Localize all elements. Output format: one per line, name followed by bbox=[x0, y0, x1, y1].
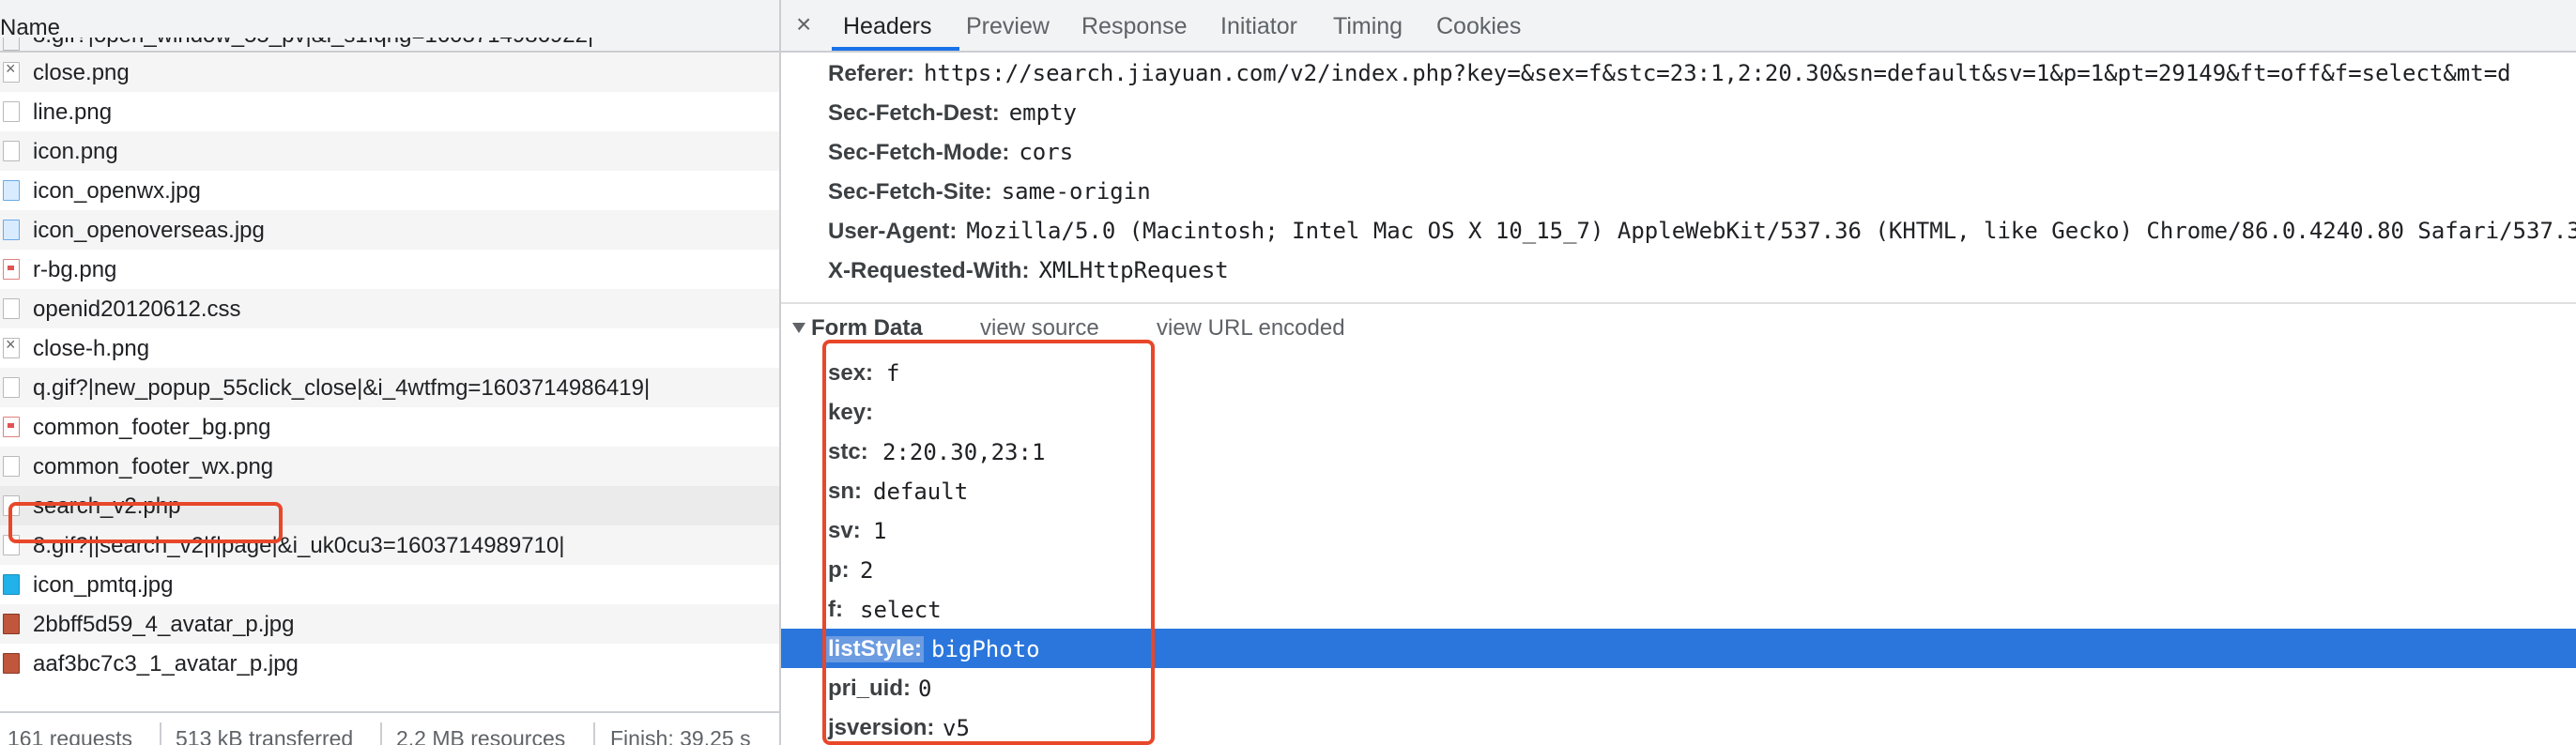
status-divider bbox=[380, 722, 382, 745]
finish-time: Finish: 39.25 s bbox=[610, 726, 751, 745]
file-icon bbox=[3, 141, 20, 161]
file-icon bbox=[3, 456, 20, 477]
network-status-bar: 161 requests 513 kB transferred 2.2 MB r… bbox=[0, 711, 779, 745]
image-icon bbox=[3, 180, 20, 201]
header-key: User-Agent: bbox=[828, 219, 958, 244]
active-tab-indicator bbox=[832, 47, 959, 51]
image-icon bbox=[3, 259, 20, 280]
photo-icon bbox=[3, 653, 20, 674]
request-details-panel: × Headers Preview Response Initiator Tim… bbox=[781, 0, 2576, 745]
request-rows: close.png line.png icon.png icon_openwx.jpg… bbox=[0, 53, 779, 683]
header-row: X-Requested-With: XMLHttpRequest bbox=[828, 257, 1229, 284]
request-name: 2bbff5d59_4_avatar_p.jpg bbox=[33, 612, 295, 637]
image-x-icon bbox=[3, 59, 20, 83]
table-row[interactable]: icon_openwx.jpg bbox=[0, 171, 779, 210]
header-value: Mozilla/5.0 (Macintosh; Intel Mac OS X 1… bbox=[966, 218, 2576, 244]
request-name: q.gif?|new_popup_55click_close|&i_4wtfmg… bbox=[33, 375, 651, 401]
close-icon[interactable]: × bbox=[796, 9, 811, 39]
table-row[interactable]: q.gif?|new_popup_55click_close|&i_4wtfmg… bbox=[0, 368, 779, 407]
request-name: line.png bbox=[33, 99, 113, 125]
view-url-encoded-link[interactable]: view URL encoded bbox=[1157, 315, 1345, 342]
request-name: aaf3bc7c3_1_avatar_p.jpg bbox=[33, 651, 299, 677]
requests-count: 161 requests bbox=[8, 726, 132, 745]
tab-initiator[interactable]: Initiator bbox=[1220, 13, 1297, 40]
request-name: close.png bbox=[33, 60, 130, 85]
table-row[interactable]: line.png bbox=[0, 92, 779, 131]
request-name: icon_openoverseas.jpg bbox=[33, 218, 265, 243]
file-icon bbox=[3, 377, 20, 398]
tab-cookies[interactable]: Cookies bbox=[1436, 13, 1521, 40]
details-tab-bar: × Headers Preview Response Initiator Tim… bbox=[781, 0, 2576, 53]
request-name: common_footer_bg.png bbox=[33, 415, 271, 440]
section-divider bbox=[781, 302, 2576, 304]
header-value: cors bbox=[1019, 139, 1074, 165]
table-row[interactable]: close.png bbox=[0, 53, 779, 92]
request-name: 8.gif?|open_window_55_pv|&i_s1fqhg=16037… bbox=[33, 38, 593, 49]
form-data-title: Form Data bbox=[811, 315, 923, 341]
status-divider bbox=[593, 722, 595, 745]
request-name: close-h.png bbox=[33, 336, 150, 361]
header-row: Sec-Fetch-Site: same-origin bbox=[828, 178, 1151, 205]
request-name: r-bg.png bbox=[33, 257, 117, 282]
header-row: Sec-Fetch-Dest: empty bbox=[828, 99, 1077, 127]
request-name: common_footer_wx.png bbox=[33, 454, 274, 479]
header-value: XMLHttpRequest bbox=[1038, 257, 1229, 283]
header-value: same-origin bbox=[1001, 178, 1151, 205]
view-source-link[interactable]: view source bbox=[980, 315, 1099, 342]
header-key: Sec-Fetch-Site: bbox=[828, 179, 992, 205]
tab-response[interactable]: Response bbox=[1081, 13, 1188, 40]
table-row[interactable]: r-bg.png bbox=[0, 250, 779, 289]
transferred-size: 513 kB transferred bbox=[176, 726, 354, 745]
file-icon bbox=[3, 101, 20, 122]
header-key: X-Requested-With: bbox=[828, 258, 1030, 283]
table-row[interactable]: common_footer_bg.png bbox=[0, 407, 779, 447]
annotation-highlight-box bbox=[822, 340, 1155, 745]
table-row-partial[interactable]: 8.gif?|open_window_55_pv|&i_s1fqhg=16037… bbox=[0, 38, 779, 53]
request-name: openid20120612.css bbox=[33, 296, 241, 322]
header-row: Referer: https://search.jiayuan.com/v2/in… bbox=[828, 60, 2511, 87]
tab-preview[interactable]: Preview bbox=[966, 13, 1050, 40]
request-name: icon_pmtq.jpg bbox=[33, 572, 174, 598]
table-row[interactable]: aaf3bc7c3_1_avatar_p.jpg bbox=[0, 644, 779, 683]
header-value: https://search.jiayuan.com/v2/index.php?… bbox=[924, 60, 2511, 86]
image-icon bbox=[3, 574, 20, 595]
header-key: Referer: bbox=[828, 61, 915, 86]
image-x-icon bbox=[3, 335, 20, 358]
annotation-highlight-box bbox=[8, 502, 283, 543]
header-row: Sec-Fetch-Mode: cors bbox=[828, 139, 1073, 166]
file-icon bbox=[3, 38, 20, 51]
status-divider bbox=[160, 722, 161, 745]
photo-icon bbox=[3, 614, 20, 634]
image-icon bbox=[3, 417, 20, 437]
image-icon bbox=[3, 220, 20, 240]
table-row[interactable]: openid20120612.css bbox=[0, 289, 779, 328]
network-request-list: Name close.pngline.pngicon.pngicon_openw… bbox=[0, 0, 781, 745]
header-key: Sec-Fetch-Mode: bbox=[828, 140, 1010, 165]
tab-headers[interactable]: Headers bbox=[843, 13, 932, 40]
tab-timing[interactable]: Timing bbox=[1333, 13, 1403, 40]
file-icon bbox=[3, 298, 20, 319]
expand-triangle-icon[interactable] bbox=[792, 323, 805, 333]
request-name: icon_openwx.jpg bbox=[33, 178, 201, 204]
table-row[interactable]: close-h.png bbox=[0, 328, 779, 368]
table-row[interactable]: icon.png bbox=[0, 131, 779, 171]
header-row: User-Agent: Mozilla/5.0 (Macintosh; Intel… bbox=[828, 218, 2576, 245]
table-row[interactable]: icon_openoverseas.jpg bbox=[0, 210, 779, 250]
table-row[interactable]: icon_pmtq.jpg bbox=[0, 565, 779, 604]
table-row[interactable]: 2bbff5d59_4_avatar_p.jpg bbox=[0, 604, 779, 644]
resources-size: 2.2 MB resources bbox=[396, 726, 566, 745]
header-key: Sec-Fetch-Dest: bbox=[828, 100, 1000, 126]
request-name: icon.png bbox=[33, 139, 118, 164]
table-row[interactable]: common_footer_wx.png bbox=[0, 447, 779, 486]
header-value: empty bbox=[1008, 99, 1077, 126]
